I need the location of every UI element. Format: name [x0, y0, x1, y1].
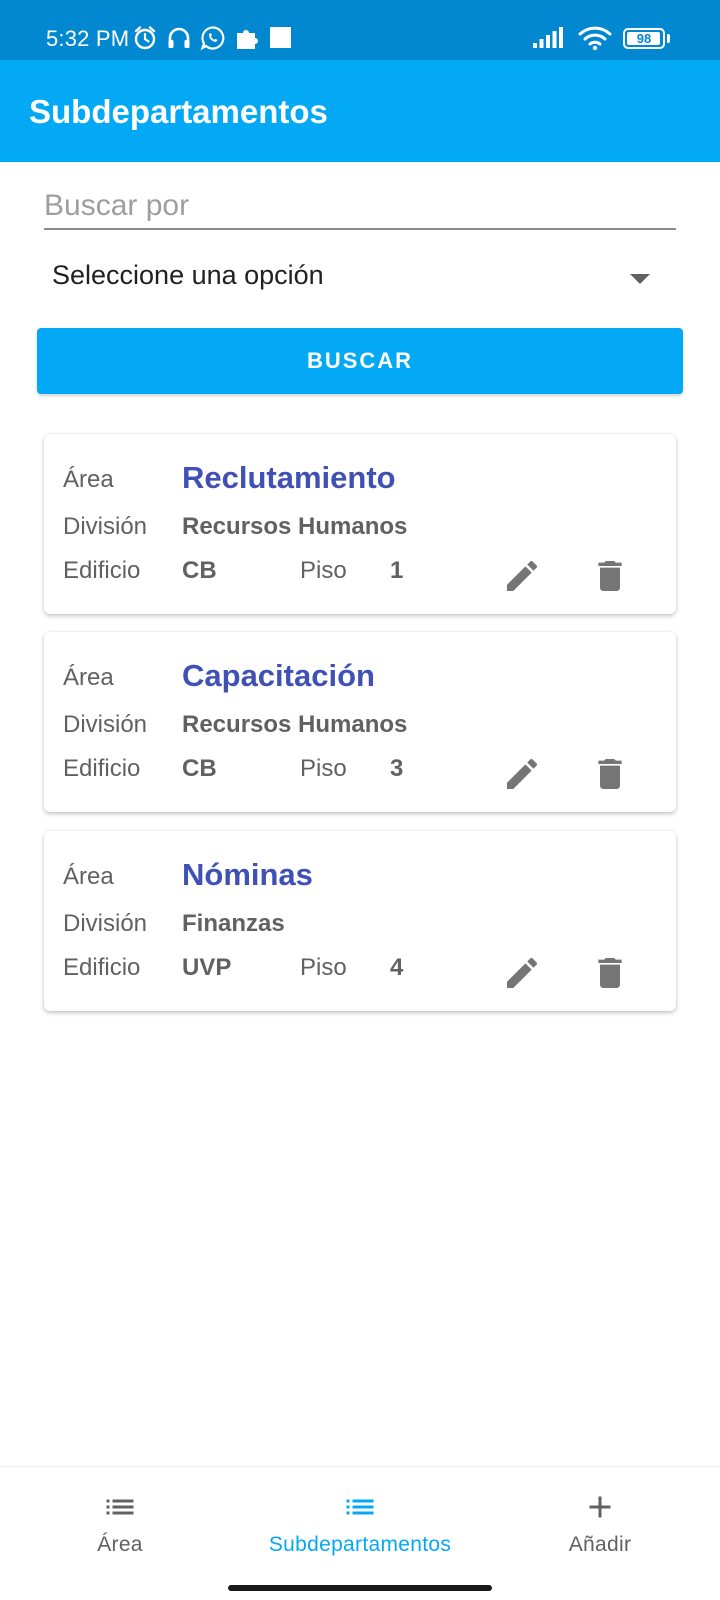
search-button[interactable]: BUSCAR: [37, 328, 683, 394]
home-indicator[interactable]: [228, 1585, 492, 1591]
headphones-icon: [168, 27, 190, 48]
division-label: División: [63, 513, 148, 540]
list-icon: [106, 1499, 134, 1515]
building-label: Edificio: [63, 755, 141, 782]
edit-icon[interactable]: [502, 953, 542, 993]
building-label: Edificio: [63, 557, 141, 584]
area-value: Nóminas: [182, 857, 313, 892]
nav-item-subdepartamentos[interactable]: Subdepartamentos: [240, 1467, 480, 1577]
filter-select-value: Seleccione una opción: [52, 260, 324, 290]
building-value: CB: [182, 557, 217, 584]
whatsapp-icon: [200, 26, 225, 51]
building-value: UVP: [182, 954, 232, 981]
nav-item-area[interactable]: Área: [0, 1467, 240, 1577]
search-input[interactable]: [44, 184, 676, 230]
battery-icon: 98: [623, 28, 665, 49]
status-time: 5:32 PM: [46, 26, 130, 51]
delete-icon[interactable]: [590, 953, 630, 993]
nav-item-anadir[interactable]: Añadir: [480, 1467, 720, 1577]
area-value: Capacitación: [182, 658, 375, 693]
floor-value: 1: [390, 557, 404, 584]
nav-item-label: Añadir: [568, 1533, 632, 1556]
battery-percent: 98: [636, 31, 652, 46]
nav-item-label: Subdepartamentos: [268, 1533, 452, 1556]
floor-label: Piso: [300, 755, 347, 782]
area-label: Área: [63, 466, 114, 493]
wifi-icon: [578, 26, 612, 51]
plus-icon: [589, 1496, 611, 1518]
battery-tip: [667, 34, 670, 43]
alarm-icon: [134, 26, 156, 50]
floor-label: Piso: [300, 557, 347, 584]
division-label: División: [63, 910, 148, 937]
signal-icon: [533, 27, 563, 48]
edit-icon[interactable]: [502, 556, 542, 596]
app-bar: Subdepartamentos: [0, 60, 720, 162]
puzzle-icon: [237, 30, 258, 49]
subdepartment-card: Área Capacitación División Recursos Huma…: [44, 632, 676, 812]
division-value: Recursos Humanos: [182, 513, 408, 540]
nav-item-label: Área: [97, 1533, 143, 1556]
division-value: Finanzas: [182, 910, 285, 937]
floor-label: Piso: [300, 954, 347, 981]
division-value: Recursos Humanos: [182, 711, 408, 738]
area-label: Área: [63, 664, 114, 691]
list-icon: [346, 1499, 374, 1515]
area-label: Área: [63, 863, 114, 890]
square-notification-icon: [270, 27, 291, 48]
status-bar: 5:32 PM 98: [0, 0, 720, 60]
delete-icon[interactable]: [590, 754, 630, 794]
building-value: CB: [182, 755, 217, 782]
floor-value: 3: [390, 755, 404, 782]
building-label: Edificio: [63, 954, 141, 981]
delete-icon[interactable]: [590, 556, 630, 596]
filter-select[interactable]: Seleccione una opción: [44, 256, 676, 306]
subdepartment-card: Área Reclutamiento División Recursos Hum…: [44, 434, 676, 614]
area-value: Reclutamiento: [182, 460, 396, 495]
bottom-navigation: Área Subdepartamentos Añadir: [0, 1466, 720, 1600]
page-title: Subdepartamentos: [29, 93, 328, 130]
dropdown-arrow-icon: [630, 274, 650, 284]
subdepartment-card: Área Nóminas División Finanzas Edificio …: [44, 831, 676, 1011]
division-label: División: [63, 711, 148, 738]
edit-icon[interactable]: [502, 754, 542, 794]
floor-value: 4: [390, 954, 404, 981]
